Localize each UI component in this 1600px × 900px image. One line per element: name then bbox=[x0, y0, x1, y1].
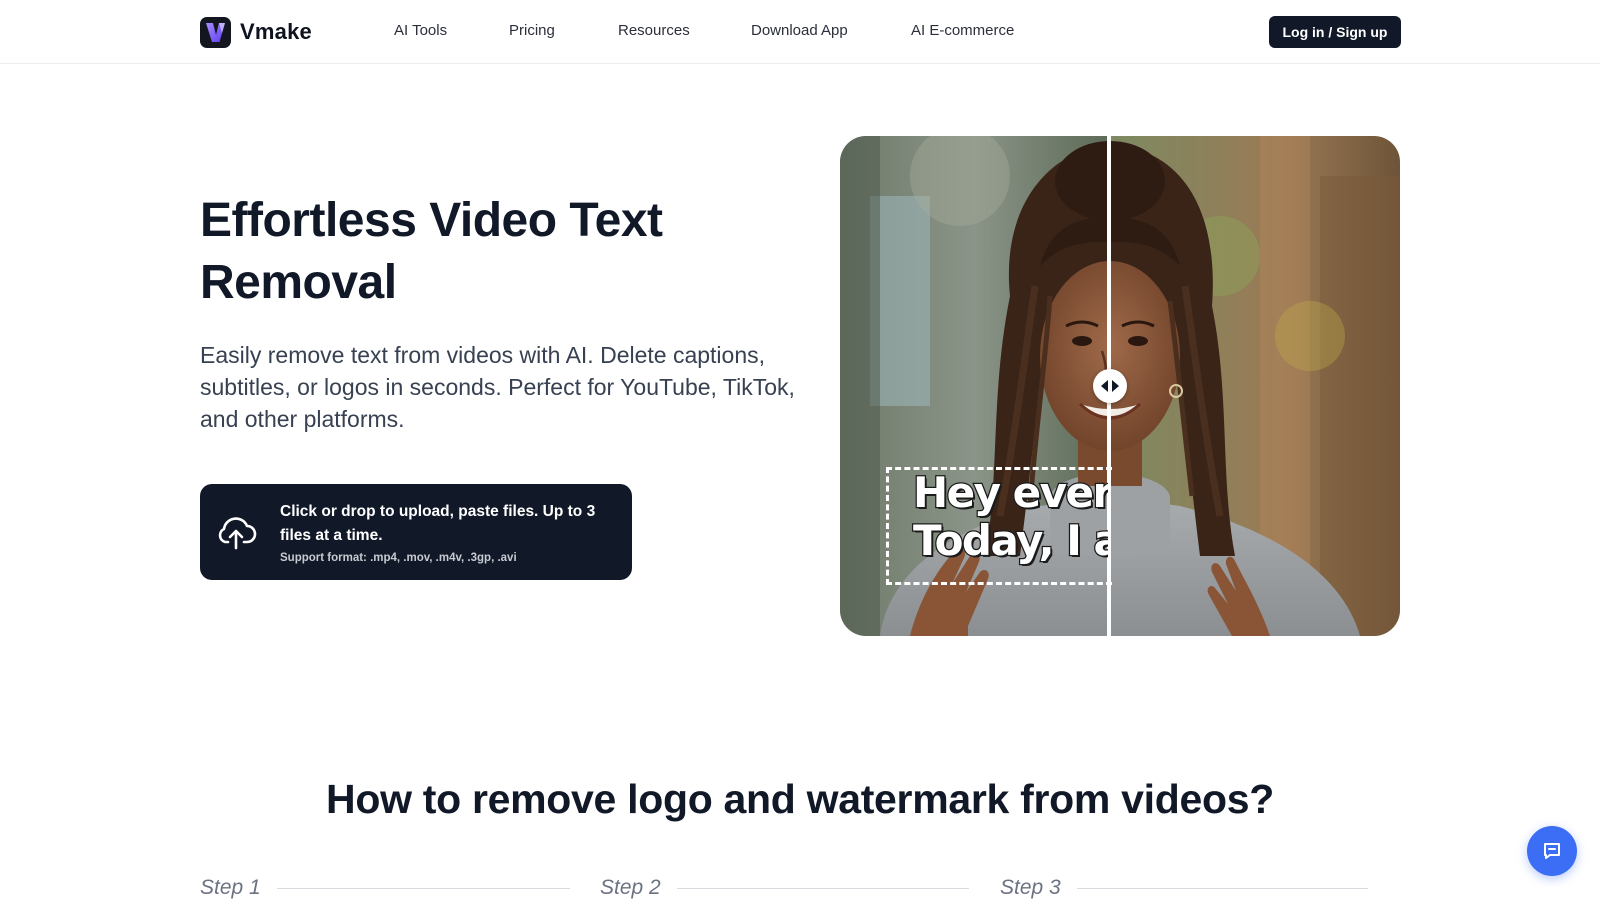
step-1: Step 1 bbox=[200, 875, 570, 900]
hero-description: Easily remove text from videos with AI. … bbox=[200, 342, 795, 432]
brand-logo[interactable]: Vmake bbox=[200, 16, 312, 48]
vmake-logo-icon bbox=[200, 16, 231, 48]
hero-title: Effortless Video Text Removal bbox=[200, 194, 663, 309]
step-2-label: Step 2 bbox=[600, 876, 661, 899]
top-header: Vmake AI Tools Pricing Resources Downloa… bbox=[0, 0, 1600, 64]
compare-slider-handle[interactable] bbox=[1093, 369, 1127, 403]
caption-clip: Hey every Today, I a bbox=[840, 136, 1108, 636]
nav-item-ai-ecommerce[interactable]: AI E-commerce bbox=[911, 20, 1014, 42]
nav-item-ai-tools[interactable]: AI Tools bbox=[394, 20, 447, 42]
step-1-label: Step 1 bbox=[200, 876, 261, 899]
cloud-upload-icon bbox=[218, 517, 257, 550]
step-3-label: Step 3 bbox=[1000, 876, 1061, 899]
chat-support-button[interactable] bbox=[1527, 826, 1577, 876]
upload-dropzone[interactable]: Click or drop to upload, paste files. Up… bbox=[200, 484, 632, 580]
upload-main-text: Click or drop to upload, paste files. Up… bbox=[280, 503, 596, 544]
compare-arrows-icon bbox=[1101, 380, 1119, 392]
chat-icon bbox=[1544, 843, 1560, 859]
caption-line-1: Hey every bbox=[912, 467, 1108, 518]
brand-name: Vmake bbox=[240, 19, 312, 44]
step-3-divider bbox=[1076, 887, 1368, 889]
howto-section-title: How to remove logo and watermark from vi… bbox=[326, 776, 1274, 822]
login-signup-button[interactable]: Log in / Sign up bbox=[1269, 16, 1401, 48]
step-2: Step 2 bbox=[600, 875, 970, 900]
step-3: Step 3 bbox=[1000, 875, 1370, 900]
video-caption-text: Hey every Today, I a bbox=[912, 467, 1108, 566]
caption-line-2: Today, I a bbox=[912, 515, 1108, 566]
nav-item-resources[interactable]: Resources bbox=[618, 20, 690, 42]
nav-item-download-app[interactable]: Download App bbox=[751, 20, 848, 42]
step-2-divider bbox=[676, 887, 969, 889]
step-1-divider bbox=[276, 887, 570, 889]
before-after-comparison[interactable]: Hey every Today, I a bbox=[840, 136, 1400, 636]
nav-item-pricing[interactable]: Pricing bbox=[509, 20, 555, 42]
upload-formats-text: Support format: .mp4, .mov, .m4v, .3gp, … bbox=[280, 552, 517, 564]
